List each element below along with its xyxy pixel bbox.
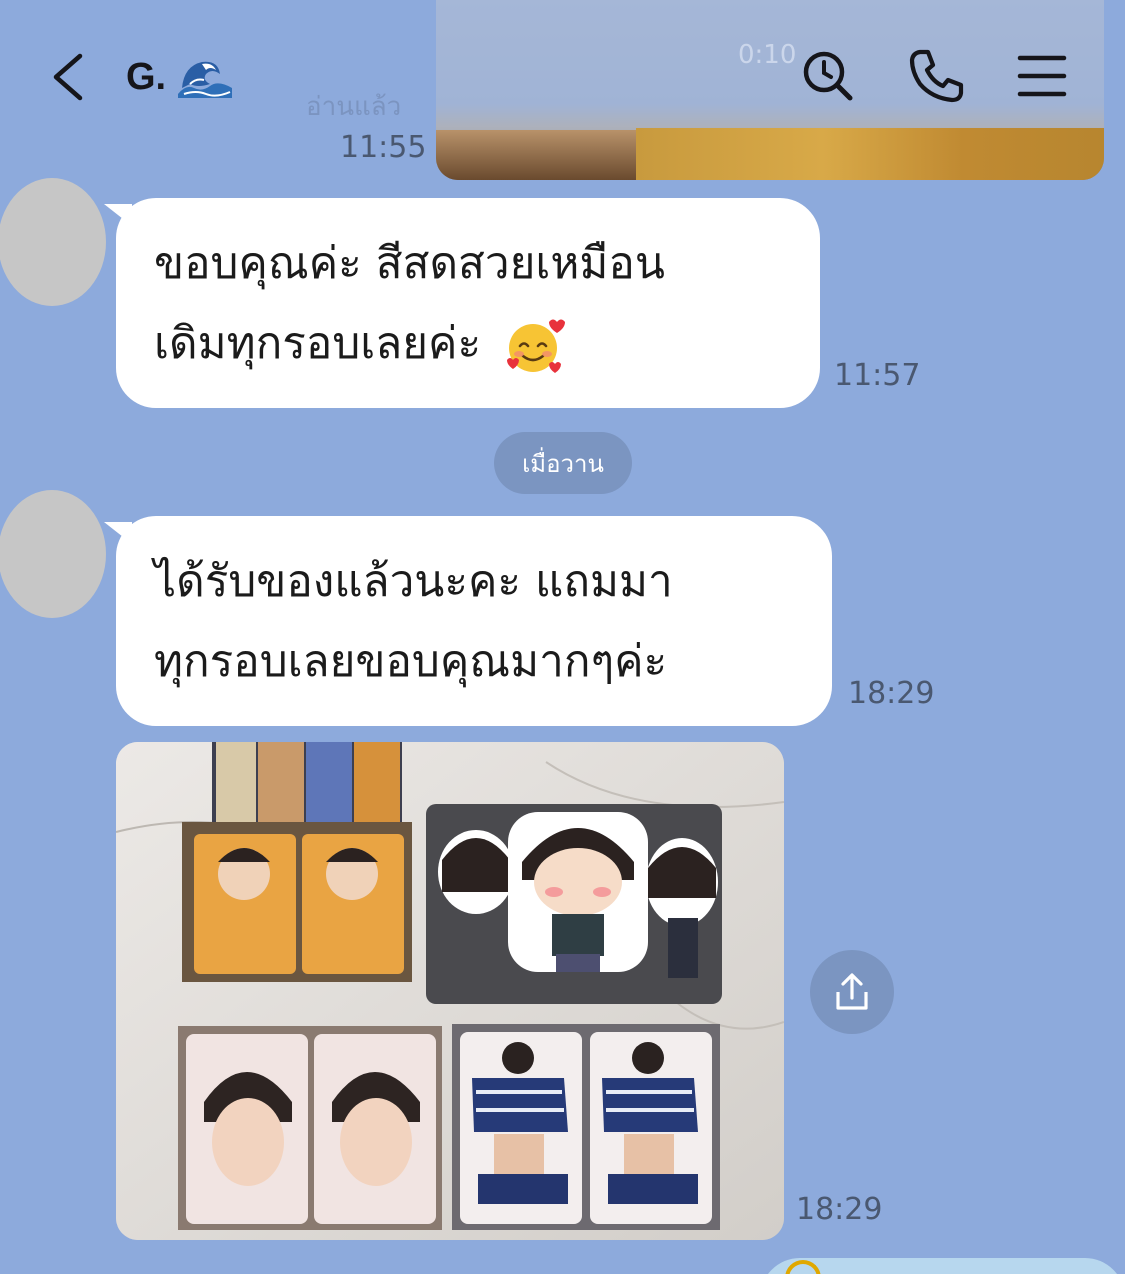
message-time: 18:29 [796, 1192, 883, 1227]
phone-icon [909, 49, 964, 103]
share-icon [836, 973, 868, 1010]
call-button[interactable] [906, 46, 966, 106]
message-text-line: ขอบคุณค่ะ สีสดสวยเหมือน [154, 238, 665, 289]
wave-icon [178, 61, 233, 98]
chat-title[interactable]: G. [126, 54, 234, 100]
menu-icon [1017, 55, 1067, 97]
contact-name: G. [126, 55, 167, 98]
chat-header: G. [0, 0, 1125, 140]
message-bubble[interactable]: ขอบคุณค่ะ สีสดสวยเหมือน เดิมทุกรอบเลยค่ะ [104, 198, 820, 408]
message-text-line: ทุกรอบเลยขอบคุณมากๆค่ะ [154, 636, 668, 687]
message-text-line: ได้รับของแล้วนะคะ แถมมา [154, 556, 673, 607]
search-history-icon [803, 51, 853, 101]
sticker [438, 830, 514, 914]
avatar[interactable] [0, 178, 106, 306]
smiling-face-with-hearts-icon [507, 319, 566, 373]
message-text-line-part: เดิมทุกรอบเลยค่ะ [154, 318, 482, 369]
back-button[interactable] [44, 50, 94, 104]
message-time: 11:55 [340, 130, 427, 165]
message-time: 11:57 [834, 358, 921, 393]
photo-content [116, 742, 784, 1240]
menu-button[interactable] [1012, 46, 1072, 106]
avatar[interactable] [0, 490, 106, 618]
back-icon [53, 53, 83, 101]
date-separator: เมื่อวาน [494, 432, 632, 494]
photo-message[interactable] [116, 742, 784, 1240]
search-button[interactable] [798, 46, 858, 106]
message-bubble[interactable]: ได้รับของแล้วนะคะ แถมมา ทุกรอบเลยขอบคุณม… [104, 516, 832, 726]
message-time: 18:29 [848, 676, 935, 711]
share-button[interactable] [810, 950, 894, 1034]
chat-screen: 0:10 อ่านแล้ว G. 11:55 ขอบคุณค่ะ สีสดสวย… [0, 0, 1125, 1274]
message-text-line: เดิมทุกรอบเลยค่ะ [154, 304, 780, 384]
